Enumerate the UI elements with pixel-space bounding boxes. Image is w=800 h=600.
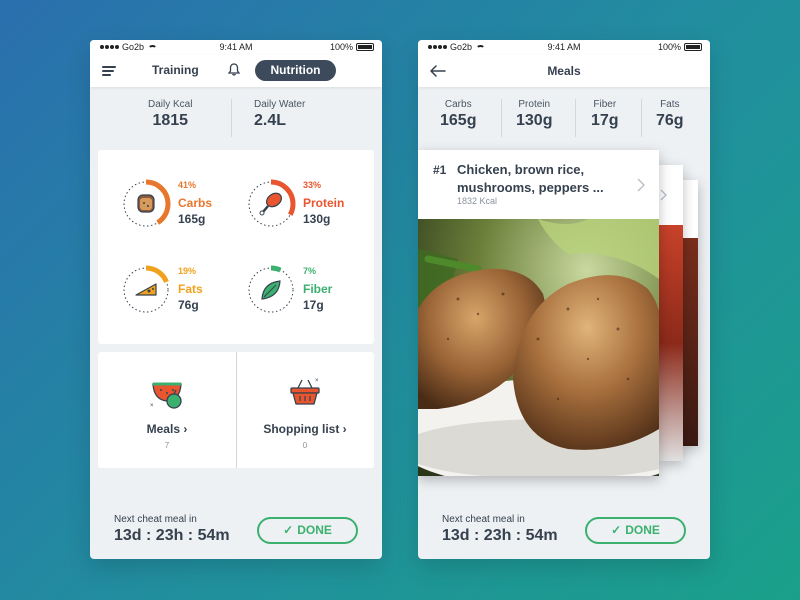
daily-kcal-label: Daily Kcal	[148, 99, 193, 110]
fiber-label: Fiber	[303, 282, 333, 296]
protein-grams: 130g	[303, 212, 331, 226]
carbs-grams: 165g	[178, 212, 206, 226]
nutrition-screen: Go2b 9:41 AM 100% Training Nutrition Dai…	[90, 40, 382, 559]
watermelon-apple-icon: ×	[150, 382, 182, 409]
meal-number: #1	[433, 163, 447, 177]
meals-count: 7	[164, 441, 170, 450]
battery-icon	[684, 43, 702, 51]
summary-label: Fiber	[593, 99, 617, 110]
meal-name: Chicken, brown rice, mushrooms, peppers …	[457, 162, 604, 195]
summary-fats: Fats 76g	[656, 99, 684, 130]
done-button[interactable]: ✓ DONE	[257, 517, 358, 544]
tab-nutrition[interactable]: Nutrition	[255, 60, 336, 81]
carbs-progress-ring	[121, 179, 171, 229]
summary-carbs: Carbs 165g	[440, 99, 476, 130]
chicken-leg-icon	[259, 192, 283, 216]
carbs-label: Carbs	[178, 196, 213, 210]
done-button[interactable]: ✓ DONE	[585, 517, 686, 544]
checkmark-icon: ✓	[611, 523, 622, 537]
menu-icon[interactable]	[102, 66, 116, 76]
cheat-meal-label: Next cheat meal in	[442, 514, 525, 525]
battery-indicator: 100%	[330, 42, 374, 52]
bell-icon[interactable]	[228, 63, 240, 76]
svg-text:×: ×	[315, 378, 319, 384]
summary-label: Fats	[660, 99, 680, 110]
divider	[641, 99, 642, 137]
daily-kcal-value: 1815	[152, 112, 189, 129]
meals-screen: Go2b 9:41 AM 100% Meals Carbs 165g Prote…	[418, 40, 710, 559]
daily-water-label: Daily Water	[254, 99, 306, 110]
summary-value: 17g	[591, 112, 619, 129]
summary-fiber: Fiber 17g	[591, 99, 619, 130]
meals-tile[interactable]: × Meals › 7	[98, 352, 236, 468]
divider	[575, 99, 576, 137]
macro-fats[interactable]: 19% Fats 76g	[120, 264, 240, 324]
fiber-percent: 7%	[303, 266, 317, 276]
tab-training[interactable]: Training	[152, 63, 199, 77]
svg-text:×: ×	[150, 403, 154, 409]
fiber-grams: 17g	[303, 298, 324, 312]
cheese-icon	[135, 283, 157, 296]
macros-card: 41% Carbs 165g 33% Protein 130g 19% Fats…	[98, 150, 374, 344]
top-nav: Training Nutrition	[90, 55, 382, 87]
macro-fiber[interactable]: 7% Fiber 17g	[245, 264, 365, 324]
daily-water-value: 2.4L	[254, 112, 287, 129]
summary-value: 76g	[656, 112, 684, 129]
battery-percent: 100%	[657, 42, 681, 52]
status-bar: Go2b 9:41 AM 100%	[90, 40, 382, 55]
shopping-list-tile[interactable]: × Shopping list › 0	[236, 352, 374, 468]
shopping-list-label: Shopping list ›	[263, 422, 347, 436]
divider	[231, 99, 232, 137]
protein-label: Protein	[303, 196, 345, 210]
cheat-meal-countdown: 13d : 23h : 54m	[442, 527, 558, 544]
top-nav: Meals	[418, 55, 710, 87]
fats-label: Fats	[178, 282, 203, 296]
meal-card-stacked[interactable]	[658, 165, 683, 461]
cheat-meal-countdown: 13d : 23h : 54m	[114, 527, 230, 544]
divider	[501, 99, 502, 137]
fats-grams: 76g	[178, 298, 199, 312]
chevron-right-icon[interactable]	[637, 178, 645, 192]
fiber-progress-ring	[246, 265, 296, 315]
meal-photo	[418, 219, 659, 476]
fats-progress-ring	[121, 265, 171, 315]
daily-summary: Daily Kcal 1815 Daily Water 2.4L	[90, 87, 382, 145]
meals-label: Meals ›	[146, 422, 188, 436]
battery-percent: 100%	[329, 42, 353, 52]
summary-label: Carbs	[444, 99, 472, 110]
fats-percent: 19%	[178, 266, 197, 276]
page-title: Meals	[547, 64, 581, 78]
macro-carbs[interactable]: 41% Carbs 165g	[120, 178, 240, 238]
battery-indicator: 100%	[658, 42, 702, 52]
status-bar: Go2b 9:41 AM 100%	[418, 40, 710, 55]
cheat-meal-label: Next cheat meal in	[114, 514, 197, 525]
shopping-basket-icon: ×	[290, 378, 320, 405]
spinach-leaf-icon	[261, 280, 281, 300]
shopping-list-count: 0	[302, 441, 308, 450]
checkmark-icon: ✓	[283, 523, 294, 537]
shortcuts-card: × Meals › 7 × Shopping list › 0	[98, 352, 374, 468]
summary-value: 130g	[516, 112, 553, 129]
battery-icon	[356, 43, 374, 51]
meal-card[interactable]: #1 Chicken, brown rice, mushrooms, peppe…	[418, 150, 659, 476]
summary-value: 165g	[440, 112, 477, 129]
summary-label: Protein	[518, 99, 551, 110]
summary-protein: Protein 130g	[516, 99, 552, 130]
protein-progress-ring	[246, 179, 296, 229]
meal-kcal: 1832 Kcal	[457, 196, 498, 206]
daily-water: Daily Water 2.4L	[254, 99, 305, 130]
protein-percent: 33%	[303, 180, 322, 190]
carbs-percent: 41%	[178, 180, 197, 190]
bread-icon	[137, 194, 155, 213]
macro-protein[interactable]: 33% Protein 130g	[245, 178, 365, 238]
daily-kcal: Daily Kcal 1815	[148, 99, 192, 130]
macro-summary: Carbs 165g Protein 130g Fiber 17g Fats 7…	[418, 87, 710, 145]
chevron-right-icon	[660, 189, 667, 201]
